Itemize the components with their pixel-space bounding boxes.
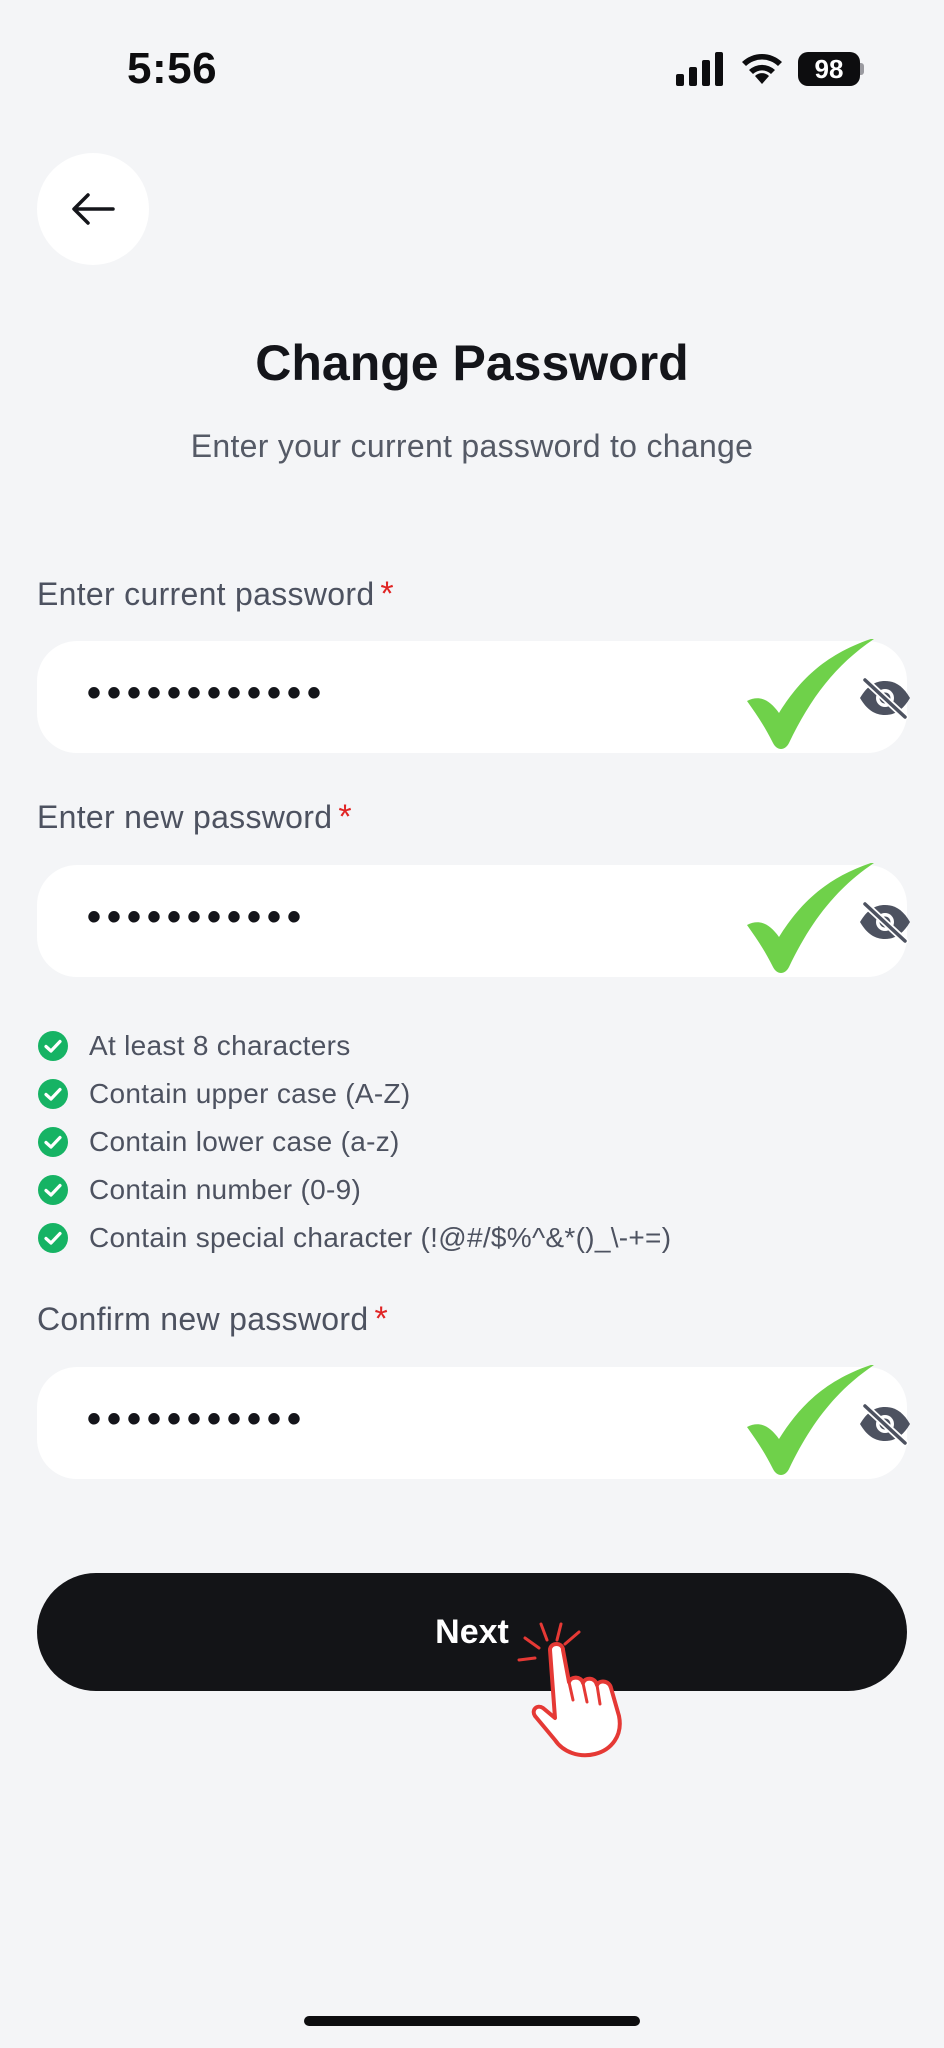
check-circle-icon xyxy=(38,1031,68,1061)
password-requirements: At least 8 characters Contain upper case… xyxy=(37,1022,671,1262)
requirement-item: Contain lower case (a-z) xyxy=(37,1118,671,1166)
battery-level: 98 xyxy=(798,52,860,86)
current-password-value: •••••••••••• xyxy=(87,671,328,715)
check-circle-icon xyxy=(38,1223,68,1253)
next-button[interactable]: Next xyxy=(37,1573,907,1691)
confirm-password-label: Confirm new password * xyxy=(37,1300,388,1338)
requirement-item: Contain number (0-9) xyxy=(37,1166,671,1214)
page-subtitle: Enter your current password to change xyxy=(190,428,754,464)
required-mark: * xyxy=(380,575,394,613)
requirement-item: At least 8 characters xyxy=(37,1022,671,1070)
confirm-password-value: ••••••••••• xyxy=(87,1397,308,1441)
confirm-password-field[interactable]: ••••••••••• xyxy=(37,1365,910,1479)
check-circle-icon xyxy=(38,1127,68,1157)
arrow-left-icon xyxy=(72,193,115,225)
requirement-item: Contain special character (!@#/$%^&*()_\… xyxy=(37,1214,671,1262)
status-time: 5:56 xyxy=(127,44,218,93)
pointing-hand-icon xyxy=(531,1642,622,1758)
current-password-label: Enter current password * xyxy=(37,575,394,613)
cellular-signal-icon xyxy=(676,52,723,86)
new-password-label: Enter new password * xyxy=(37,798,352,836)
new-password-value: ••••••••••• xyxy=(87,895,308,939)
page-title: Change Password xyxy=(255,335,689,391)
new-password-field[interactable]: ••••••••••• xyxy=(37,863,910,977)
next-button-label: Next xyxy=(435,1612,509,1651)
requirement-item: Contain upper case (A-Z) xyxy=(37,1070,671,1118)
current-password-field[interactable]: •••••••••••• xyxy=(37,639,910,753)
eye-off-icon[interactable] xyxy=(857,901,913,943)
check-circle-icon xyxy=(38,1079,68,1109)
home-indicator[interactable] xyxy=(304,2016,640,2026)
eye-off-icon[interactable] xyxy=(857,677,913,719)
battery-icon: 98 xyxy=(798,52,864,86)
required-mark: * xyxy=(338,798,352,836)
eye-off-icon[interactable] xyxy=(857,1403,913,1445)
required-mark: * xyxy=(374,1300,388,1338)
status-bar: 5:56 98 xyxy=(0,0,944,140)
wifi-icon xyxy=(742,54,782,84)
check-circle-icon xyxy=(38,1175,68,1205)
back-button[interactable] xyxy=(37,153,149,265)
